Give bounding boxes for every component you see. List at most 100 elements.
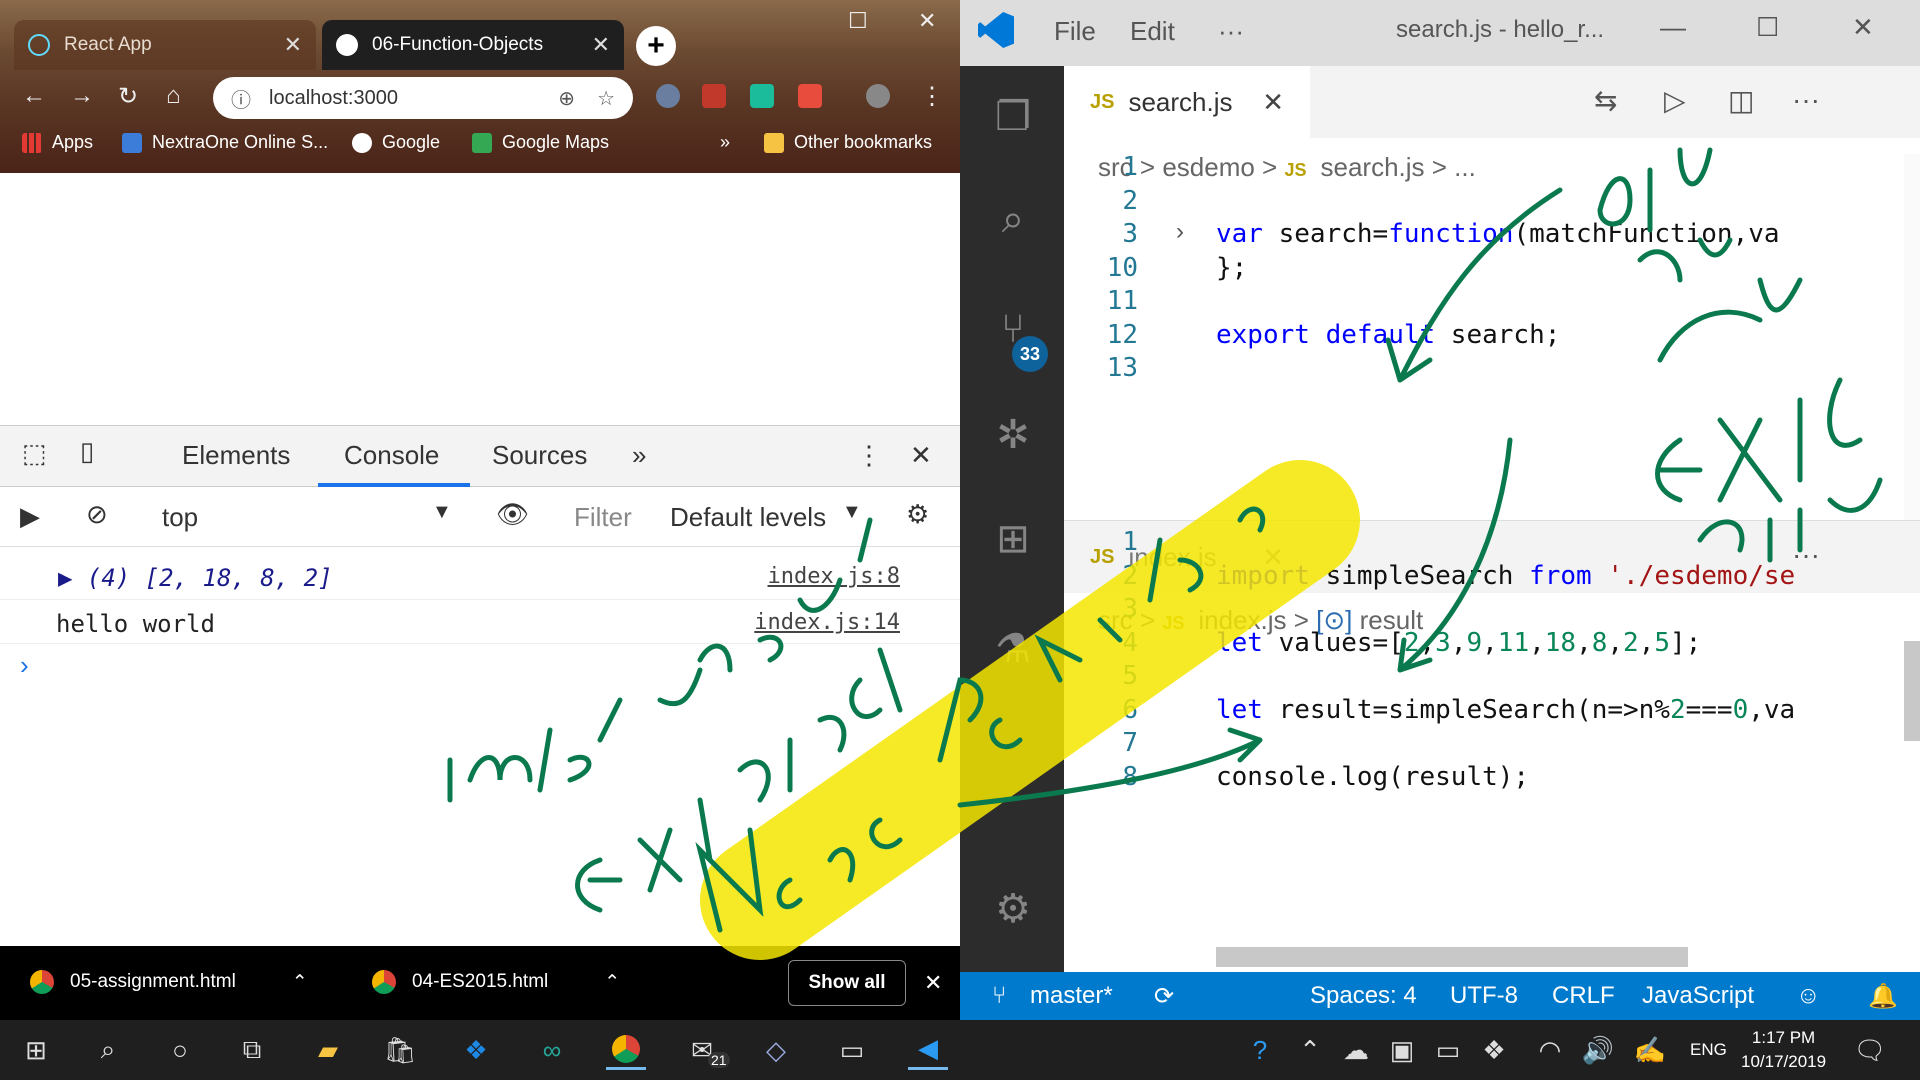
notes-icon[interactable]: ◇ [756, 1030, 796, 1070]
menu-file[interactable]: File [1054, 16, 1096, 47]
kebab-menu-icon[interactable]: ⋮ [856, 440, 882, 471]
bookmark-google-maps[interactable]: Google Maps [472, 132, 609, 153]
log-array[interactable]: ▶ (4) [2, 18, 8, 2] [58, 564, 333, 592]
sidebar-toggle-icon[interactable]: ▶ [20, 501, 40, 532]
feedback-icon[interactable]: ☺ [1796, 982, 1821, 1010]
pen-icon[interactable]: ✍ [1630, 1030, 1670, 1070]
close-window-icon[interactable]: ✕ [918, 8, 936, 34]
bookmark-google[interactable]: Google [352, 132, 440, 153]
console-prompt[interactable]: › [20, 650, 29, 681]
star-icon[interactable]: ☆ [597, 86, 615, 111]
download-item[interactable]: 04-ES2015.html ⌃ [372, 970, 620, 994]
bookmark-other[interactable]: Other bookmarks [764, 132, 932, 153]
bookmark-apps[interactable]: Apps [22, 132, 93, 153]
close-icon[interactable]: ✕ [592, 32, 610, 58]
terminal-icon[interactable]: ▭ [832, 1030, 872, 1070]
more-actions-icon[interactable]: ··· [1792, 84, 1820, 116]
chrome-icon[interactable] [606, 1030, 646, 1070]
avatar[interactable] [866, 84, 890, 108]
chevron-up-icon[interactable]: ⌃ [292, 971, 308, 994]
inspect-icon[interactable]: ⬚ [22, 438, 47, 469]
fold-chevron-icon[interactable]: › [1176, 218, 1184, 246]
code-line[interactable]: 8 console.log(result); [1064, 762, 1920, 803]
close-icon[interactable]: ✕ [284, 32, 302, 58]
kebab-menu-icon[interactable]: ⋮ [920, 82, 944, 111]
close-download-bar-icon[interactable]: ✕ [924, 970, 942, 996]
forward-icon[interactable]: → [70, 82, 94, 110]
maximize-icon[interactable]: ☐ [848, 8, 868, 34]
device-toggle-icon[interactable]: ▯ [80, 436, 94, 467]
chevron-up-icon[interactable]: ⌃ [604, 971, 620, 994]
code-line[interactable]: 13 [1064, 353, 1920, 394]
dropbox-tray-icon[interactable]: ❖ [1474, 1030, 1514, 1070]
log-source-link[interactable]: index.js:14 [754, 610, 900, 635]
browser-tab-function-objects[interactable]: 06-Function-Objects ✕ [322, 20, 624, 70]
menu-edit[interactable]: Edit [1130, 16, 1175, 47]
volume-icon[interactable]: 🔊 [1578, 1030, 1618, 1070]
file-explorer-icon[interactable]: ▰ [308, 1030, 348, 1070]
indentation[interactable]: Spaces: 4 [1310, 982, 1417, 1010]
gear-icon[interactable]: ⚙ [906, 499, 929, 530]
system-clock[interactable]: 1:17 PM 10/17/2019 [1741, 1026, 1826, 1074]
search-icon[interactable]: ⌕ [88, 1030, 128, 1070]
code-text[interactable]: let values=[2,3,9,11,18,8,2,5]; [1216, 628, 1701, 658]
chevron-down-icon[interactable]: ▼ [842, 501, 862, 524]
eye-icon[interactable]: 👁 [496, 499, 529, 530]
menu-more[interactable]: ··· [1218, 16, 1244, 47]
minimize-icon[interactable]: — [1660, 12, 1686, 43]
tab-sources[interactable]: Sources [492, 440, 587, 471]
compare-icon[interactable]: ⇆ [1594, 84, 1617, 117]
windows-start-icon[interactable]: ⊞ [16, 1030, 56, 1070]
sync-icon[interactable]: ⟳ [1154, 982, 1174, 1011]
flask-icon[interactable]: ⚗ [986, 622, 1040, 676]
log-levels-select[interactable]: Default levels [670, 502, 826, 533]
log-source-link[interactable]: index.js:8 [768, 564, 900, 589]
extension-icon[interactable] [750, 84, 774, 108]
more-tabs-icon[interactable]: » [632, 440, 646, 471]
help-icon[interactable]: ? [1240, 1030, 1280, 1070]
bookmark-nextraone[interactable]: NextraOne Online S... [122, 132, 328, 153]
close-window-icon[interactable]: ✕ [1852, 12, 1874, 43]
maximize-icon[interactable]: ☐ [1756, 12, 1779, 43]
infinity-icon[interactable]: ∞ [532, 1030, 572, 1070]
search-icon[interactable]: ⌕ [986, 192, 1040, 246]
debug-icon[interactable]: ✲ [986, 408, 1040, 462]
tab-console[interactable]: Console [344, 440, 439, 471]
language-mode[interactable]: JavaScript [1642, 982, 1754, 1010]
split-editor-icon[interactable]: ◫ [1728, 84, 1754, 117]
browser-tab-react-app[interactable]: React App ✕ [14, 20, 316, 70]
chevron-up-icon[interactable]: ⌃ [1290, 1030, 1330, 1070]
explorer-icon[interactable]: ❐ [986, 90, 1040, 144]
home-icon[interactable]: ⌂ [166, 82, 181, 110]
extensions-icon[interactable]: ⊞ [986, 512, 1040, 566]
code-text[interactable]: console.log(result); [1216, 762, 1529, 792]
store-icon[interactable]: 🛍 [380, 1030, 420, 1070]
zoom-icon[interactable]: ⊕ [558, 86, 575, 111]
gear-icon[interactable]: ⚙ [986, 882, 1040, 936]
bell-icon[interactable]: 🔔 [1868, 982, 1898, 1011]
chevron-down-icon[interactable]: ▼ [432, 501, 452, 524]
new-tab-button[interactable]: + [636, 26, 676, 66]
show-all-button[interactable]: Show all [788, 960, 906, 1006]
run-icon[interactable]: ▷ [1664, 84, 1686, 117]
dropbox-icon[interactable]: ❖ [456, 1030, 496, 1070]
scrollbar-thumb[interactable] [1904, 641, 1920, 741]
extension-icon[interactable] [656, 84, 680, 108]
line-ending[interactable]: CRLF [1552, 982, 1615, 1010]
reload-icon[interactable]: ↻ [118, 82, 138, 111]
editor-tab-search-js[interactable]: JS search.js ✕ [1064, 66, 1310, 138]
back-icon[interactable]: ← [22, 82, 46, 110]
scrollbar[interactable] [1904, 154, 1920, 520]
gmail-icon[interactable] [798, 84, 822, 108]
tray-app-icon[interactable]: ▣ [1382, 1030, 1422, 1070]
wifi-icon[interactable]: ◠ [1530, 1030, 1570, 1070]
horizontal-scrollbar[interactable] [1216, 947, 1688, 967]
address-bar[interactable]: ⓘ localhost:3000 ⊕ ☆ [213, 77, 633, 119]
code-text[interactable]: import simpleSearch from './esdemo/se [1216, 561, 1795, 591]
encoding[interactable]: UTF-8 [1450, 982, 1518, 1010]
notifications-icon[interactable]: 🗨 [1850, 1030, 1890, 1070]
tab-elements[interactable]: Elements [182, 440, 290, 471]
battery-icon[interactable]: ▭ [1428, 1030, 1468, 1070]
download-item[interactable]: 05-assignment.html ⌃ [30, 970, 308, 994]
code-text[interactable]: var search=function(matchFunction,va [1216, 219, 1780, 249]
